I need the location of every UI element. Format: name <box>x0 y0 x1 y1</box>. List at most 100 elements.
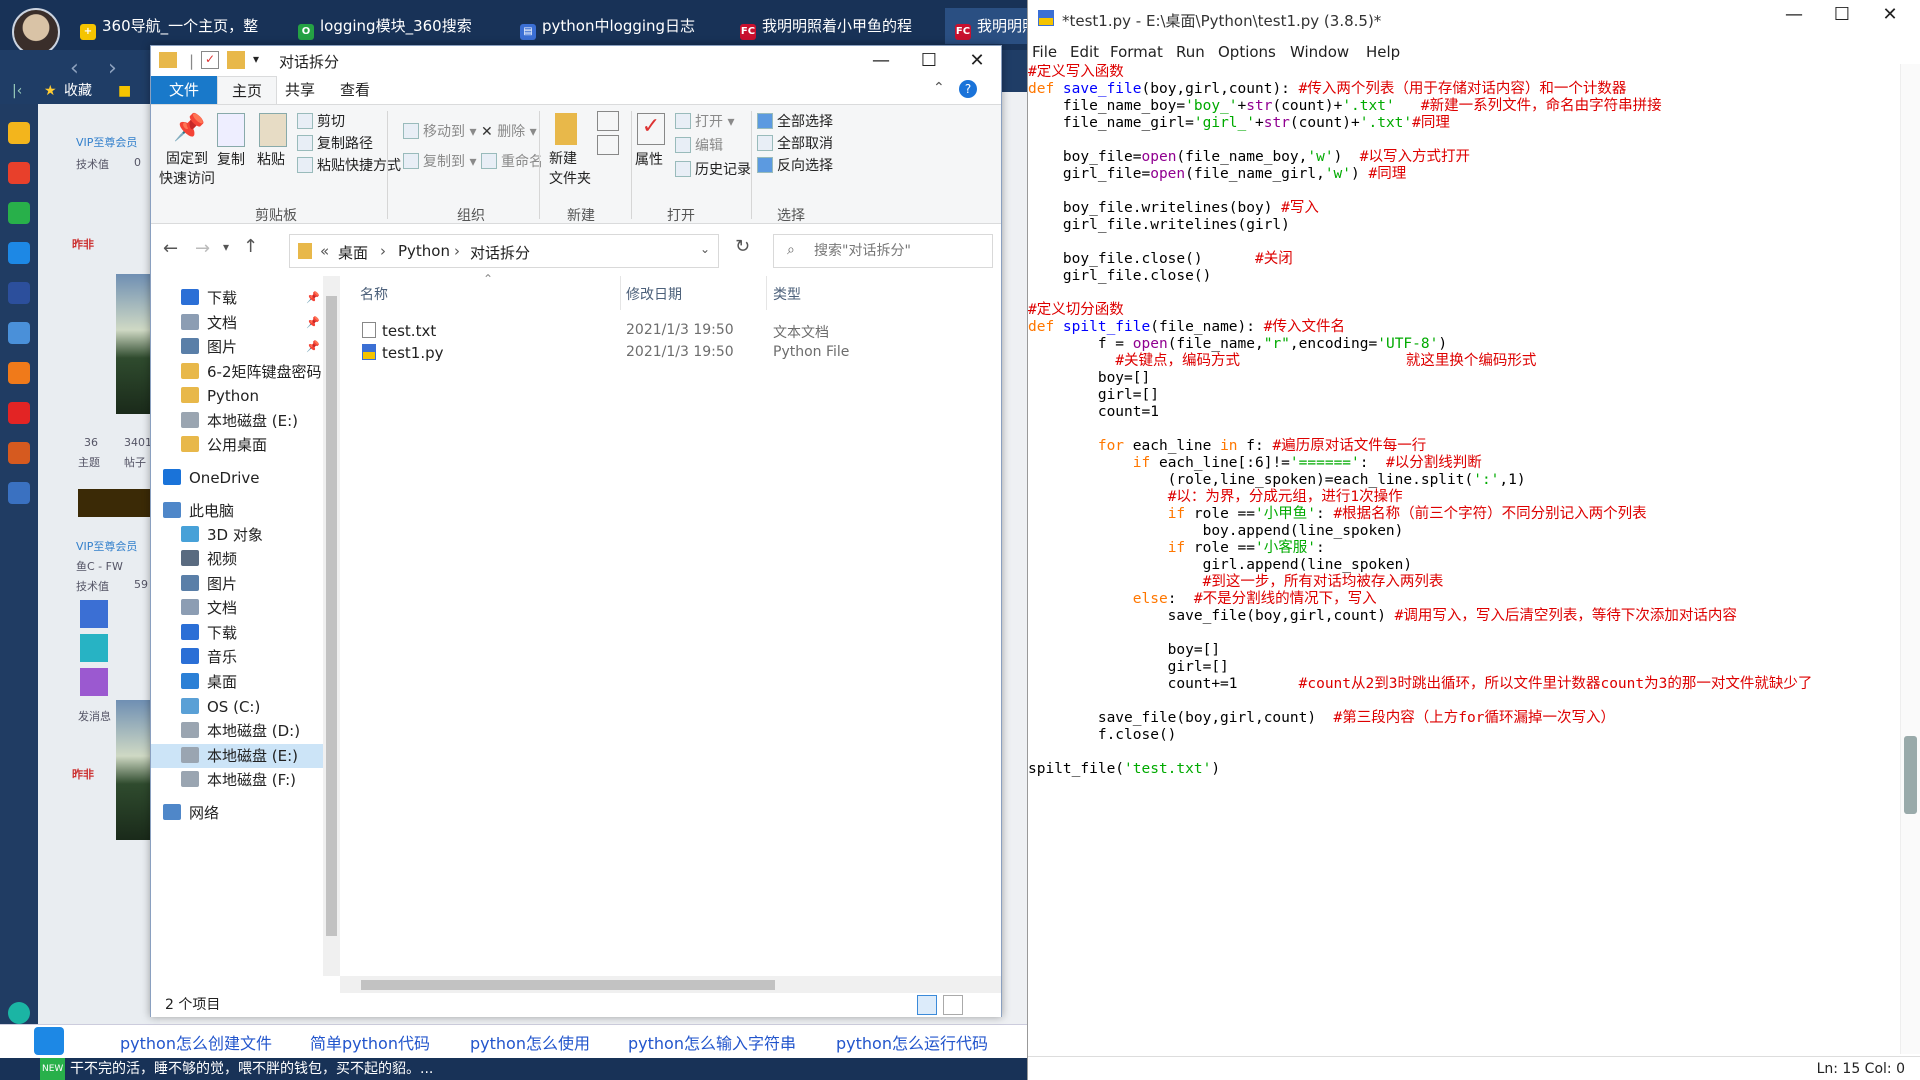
sidebar-toggle-icon[interactable]: |‹ <box>12 78 22 104</box>
menu-run[interactable]: Run <box>1176 40 1205 64</box>
address-bar[interactable]: « 桌面 › Python › 对话拆分 ⌄ <box>289 234 719 268</box>
nav-item[interactable]: OneDrive <box>163 466 260 490</box>
editor-scrollbar[interactable] <box>1900 64 1920 1054</box>
nav-item[interactable]: 视频 <box>181 547 237 571</box>
chevron-right-icon[interactable]: › <box>380 242 386 260</box>
code-line[interactable]: if role =='小客服': <box>1028 540 1898 557</box>
nav-item[interactable]: 本地磁盘 (D:) <box>181 719 300 743</box>
column-date[interactable]: 修改日期 <box>626 284 682 304</box>
properties-button[interactable]: 属性 <box>635 149 663 169</box>
code-line[interactable] <box>1028 234 1898 251</box>
close-button[interactable]: ✕ <box>1866 0 1914 30</box>
new-folder-qa-icon[interactable] <box>227 51 245 69</box>
browser-tab-fishc[interactable]: FC 我明明照着小甲鱼的程 <box>730 8 930 44</box>
browser-tab-python-logging[interactable]: ▤ python中logging日志 <box>510 8 710 44</box>
editor-scroll-thumb[interactable] <box>1904 736 1917 814</box>
refresh-icon[interactable]: ↻ <box>735 236 750 257</box>
code-line[interactable]: #关键点，编码方式 就这里换个编码形式 <box>1028 353 1898 370</box>
edit-button[interactable]: 编辑 <box>695 138 723 154</box>
forward-arrow-icon[interactable]: → <box>195 238 210 259</box>
code-line[interactable]: f = open(file_name,"r",encoding='UTF-8') <box>1028 336 1898 353</box>
column-type[interactable]: 类型 <box>773 284 801 304</box>
code-line[interactable] <box>1028 744 1898 761</box>
nav-item[interactable]: 本地磁盘 (F:) <box>181 768 296 792</box>
nav-item[interactable]: 网络 <box>163 801 219 825</box>
code-line[interactable]: #到这一步，所有对话均被存入两列表 <box>1028 574 1898 591</box>
code-line[interactable] <box>1028 285 1898 302</box>
maximize-button[interactable]: ☐ <box>1818 0 1866 30</box>
nav-item[interactable]: 此电脑 <box>163 499 234 523</box>
pin-icon[interactable]: 📌 <box>306 291 320 304</box>
divider[interactable] <box>620 276 621 310</box>
copy-path-button[interactable]: 复制路径 <box>317 136 373 152</box>
code-line[interactable]: save_file(boy,girl,count) #第三段内容（上方for循环… <box>1028 710 1898 727</box>
menu-file[interactable]: File <box>1032 40 1057 64</box>
weibo-icon[interactable] <box>8 162 30 184</box>
pin-icon[interactable]: 📌 <box>306 340 320 353</box>
close-button[interactable]: ✕ <box>953 46 1001 76</box>
help-icon[interactable]: ? <box>959 80 977 98</box>
suggest-link[interactable]: python怎么使用 <box>470 1030 590 1054</box>
nav-item[interactable]: 本地磁盘 (E:) <box>181 409 298 433</box>
new-folder-button[interactable]: 新建 文件夹 <box>549 149 591 189</box>
game-icon[interactable] <box>8 442 30 464</box>
horizontal-scroll-thumb[interactable] <box>361 980 775 990</box>
video-icon[interactable] <box>8 402 30 424</box>
favorite-icon[interactable] <box>8 122 30 144</box>
minimize-button[interactable]: — <box>1770 0 1818 30</box>
breadcrumb-current[interactable]: 对话拆分 <box>470 242 530 263</box>
invert-selection-button[interactable]: 反向选择 <box>777 158 833 174</box>
search-icon[interactable] <box>34 1027 64 1055</box>
menu-format[interactable]: Format <box>1110 40 1163 64</box>
code-line[interactable]: girl=[] <box>1028 387 1898 404</box>
code-line[interactable]: if role =='小甲鱼': #根据名称（前三个字符）不同分别记入两个列表 <box>1028 506 1898 523</box>
medal-icon[interactable] <box>80 668 108 696</box>
user-avatar[interactable] <box>12 8 60 56</box>
code-line[interactable]: girl_file.writelines(girl) <box>1028 217 1898 234</box>
code-line[interactable]: boy_file.writelines(boy) #写入 <box>1028 200 1898 217</box>
chevron-right-icon[interactable]: › <box>454 242 460 260</box>
code-line[interactable]: girl_file.close() <box>1028 268 1898 285</box>
nav-item[interactable]: 3D 对象 <box>181 523 263 547</box>
code-line[interactable]: boy_file=open(file_name_boy,'w') #以写入方式打… <box>1028 149 1898 166</box>
code-line[interactable]: def save_file(boy,girl,count): #传入两个列表（用… <box>1028 81 1898 98</box>
menu-window[interactable]: Window <box>1290 40 1349 64</box>
suggest-link[interactable]: 简单python代码 <box>310 1030 430 1054</box>
tab-file[interactable]: 文件 <box>151 76 217 104</box>
ip-icon[interactable] <box>8 242 30 264</box>
username[interactable]: 昨非 <box>72 766 94 782</box>
code-line[interactable]: #以：为界，分成元组，进行1次操作 <box>1028 489 1898 506</box>
menu-help[interactable]: Help <box>1366 40 1400 64</box>
username[interactable]: 昨非 <box>72 236 94 252</box>
code-line[interactable]: girl.append(line_spoken) <box>1028 557 1898 574</box>
nav-item[interactable]: 6-2矩阵键盘密码 <box>181 360 322 384</box>
code-line[interactable] <box>1028 183 1898 200</box>
pin-quick-access-button[interactable]: 固定到 快速访问 <box>159 149 215 189</box>
divider[interactable] <box>766 276 767 310</box>
large-icons-view-icon[interactable] <box>943 995 963 1015</box>
tab-home[interactable]: 主页 <box>217 76 278 104</box>
code-line[interactable] <box>1028 625 1898 642</box>
code-line[interactable]: count=1 <box>1028 404 1898 421</box>
tool-icon[interactable] <box>8 482 30 504</box>
code-line[interactable]: #定义写入函数 <box>1028 64 1898 81</box>
code-line[interactable]: boy_file.close() #关闭 <box>1028 251 1898 268</box>
maximize-button[interactable]: ☐ <box>905 46 953 76</box>
properties-qa-icon[interactable]: ✓ <box>201 51 219 69</box>
code-editor[interactable]: #定义写入函数 def save_file(boy,girl,count): #传… <box>1028 64 1898 1056</box>
code-line[interactable]: if each_line[:6]!='======': #以分割线判断 <box>1028 455 1898 472</box>
browser-tab-logging-search[interactable]: Ologging模块_360搜索 <box>288 8 488 44</box>
copy-button[interactable]: 复制 <box>217 149 245 169</box>
nav-item[interactable]: 桌面 <box>181 670 237 694</box>
collapse-ribbon-icon[interactable]: ⌃ <box>933 80 945 96</box>
paste-shortcut-button[interactable]: 粘贴快捷方式 <box>317 158 401 174</box>
qa-dropdown-icon[interactable]: ▾ <box>253 52 259 66</box>
search-input[interactable]: 搜索"对话拆分" <box>773 234 993 268</box>
menu-options[interactable]: Options <box>1218 40 1276 64</box>
medal-icon[interactable] <box>80 600 108 628</box>
app-icon[interactable] <box>8 282 30 304</box>
code-line[interactable]: spilt_file('test.txt') <box>1028 761 1898 778</box>
suggest-link[interactable]: python怎么创建文件 <box>120 1030 272 1054</box>
delete-button[interactable]: 删除 <box>497 124 525 140</box>
medal-icon[interactable] <box>80 634 108 662</box>
